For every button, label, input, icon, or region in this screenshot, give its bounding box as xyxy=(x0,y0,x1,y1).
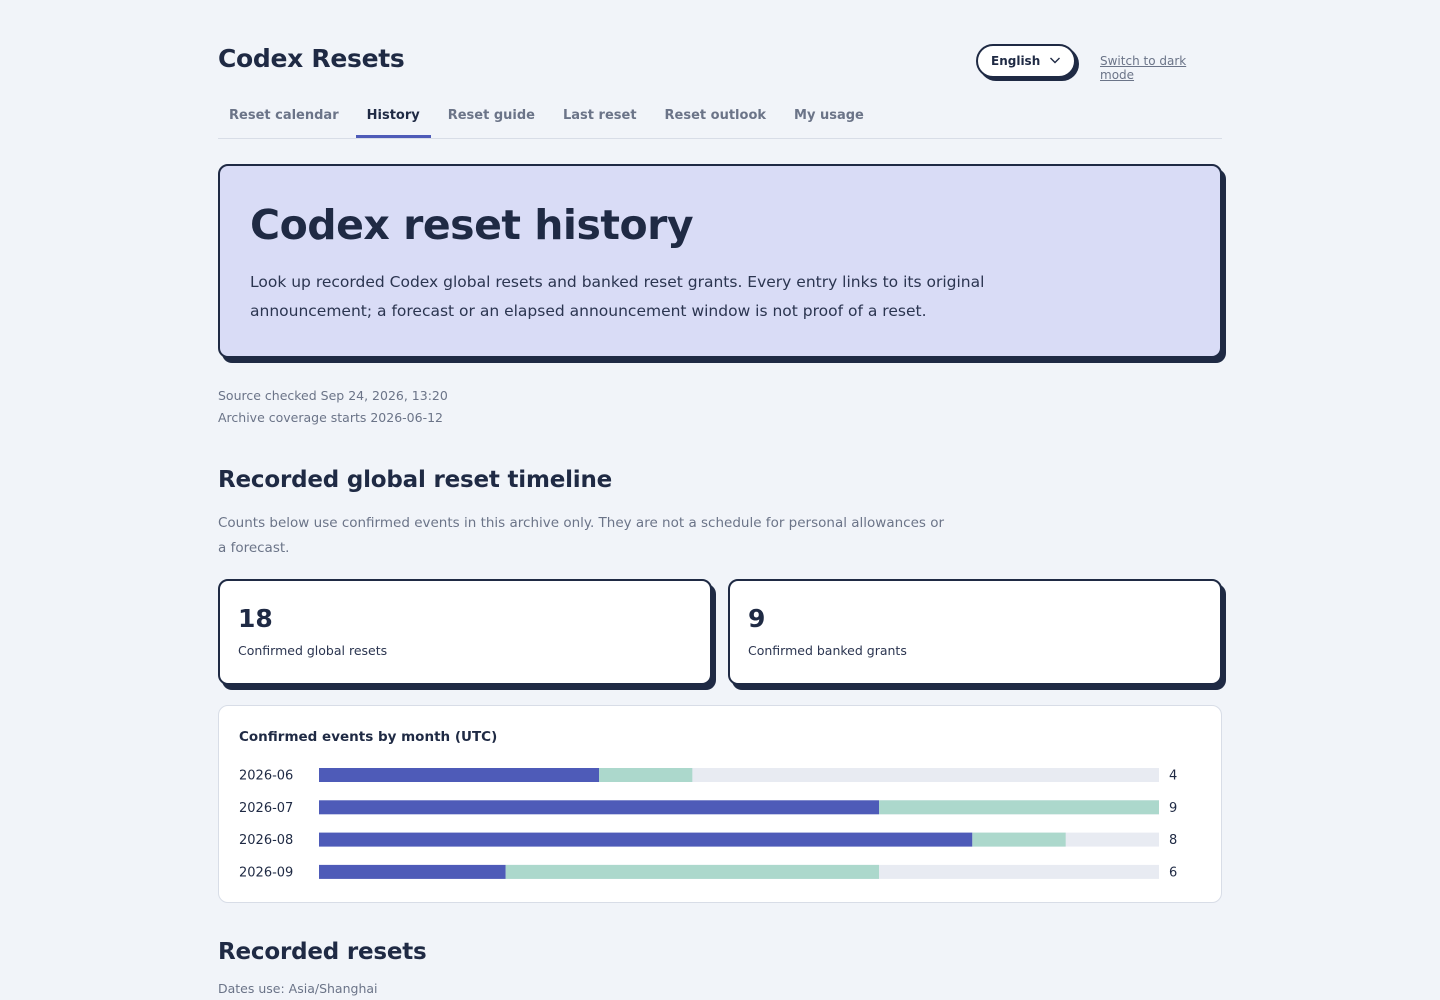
bar-segment-banked-grants xyxy=(972,832,1066,847)
month-label: 2026-06 xyxy=(239,769,293,784)
timeline-description: Counts below use confirmed events in thi… xyxy=(218,515,945,556)
stat-card-global-resets: 18 Confirmed global resets xyxy=(218,579,712,685)
bar-segment-global-resets xyxy=(319,768,599,782)
stat-label: Confirmed banked grants xyxy=(748,643,907,658)
bar-segment-banked-grants xyxy=(505,864,879,879)
tab-bar: Reset calendar History Reset guide Last … xyxy=(218,100,1222,139)
chart-plot: 2026-06 4 2026-07 9 2026-08 8 2026-09 6 xyxy=(239,768,1177,880)
tab-history[interactable]: History xyxy=(355,100,431,138)
stat-label: Confirmed global resets xyxy=(238,643,388,658)
archive-coverage: Archive coverage starts 2026-06-12 xyxy=(218,410,443,425)
month-total: 6 xyxy=(1169,865,1177,880)
brand-title: Codex Resets xyxy=(218,44,405,73)
recorded-resets-heading: Recorded resets xyxy=(218,939,427,965)
page-title: Codex reset history xyxy=(250,201,694,249)
bar-segment-global-resets xyxy=(319,864,506,879)
hero-description: Look up recorded Codex global resets and… xyxy=(250,273,985,320)
chevron-down-icon xyxy=(1050,57,1060,64)
month-total: 8 xyxy=(1169,833,1177,848)
tab-reset-guide[interactable]: Reset guide xyxy=(437,100,546,138)
hero-panel: Codex reset history Look up recorded Cod… xyxy=(218,164,1222,358)
timezone-note: Dates use: Asia/Shanghai xyxy=(218,981,378,996)
tab-reset-calendar[interactable]: Reset calendar xyxy=(218,100,350,138)
tab-my-usage[interactable]: My usage xyxy=(783,100,875,138)
dark-mode-link[interactable]: Switch to dark mode xyxy=(1100,54,1222,82)
stat-value: 18 xyxy=(238,604,273,633)
bar-segment-global-resets xyxy=(319,832,973,847)
language-select[interactable]: English xyxy=(976,44,1076,78)
stat-value: 9 xyxy=(748,604,766,633)
month-total: 9 xyxy=(1169,801,1177,816)
chart-title: Confirmed events by month (UTC) xyxy=(239,729,498,745)
month-total: 4 xyxy=(1169,769,1177,784)
tab-last-reset[interactable]: Last reset xyxy=(552,100,648,138)
language-select-label: English xyxy=(991,54,1041,68)
stat-cards: 18 Confirmed global resets 9 Confirmed b… xyxy=(218,579,1222,685)
stat-card-banked-grants: 9 Confirmed banked grants xyxy=(728,579,1222,685)
bar-segment-banked-grants xyxy=(599,768,693,782)
events-by-month-chart: Confirmed events by month (UTC) 2026-06 4… xyxy=(218,705,1222,903)
source-meta: Source checked Sep 24, 2026, 13:20 Archi… xyxy=(218,385,1222,429)
bar-segment-global-resets xyxy=(319,800,879,815)
month-label: 2026-08 xyxy=(239,833,293,848)
month-label: 2026-07 xyxy=(239,801,293,816)
timeline-heading: Recorded global reset timeline xyxy=(218,467,613,493)
page: Codex Resets English Switch to dark mode… xyxy=(218,0,1222,996)
tab-reset-outlook[interactable]: Reset outlook xyxy=(654,100,778,138)
bar-segment-banked-grants xyxy=(879,800,1159,815)
month-label: 2026-09 xyxy=(239,865,293,880)
top-bar: Codex Resets English Switch to dark mode xyxy=(218,0,1222,100)
source-checked: Source checked Sep 24, 2026, 13:20 xyxy=(218,388,448,403)
